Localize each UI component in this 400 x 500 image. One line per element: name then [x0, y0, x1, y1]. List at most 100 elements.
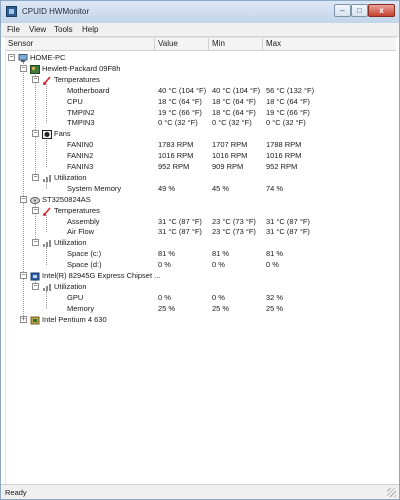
sensor-label: GPU [67, 292, 84, 302]
sensor-value: 0 °C (32 °F) [158, 118, 198, 128]
sensor-value: 25 % [158, 303, 176, 313]
tree-node-group[interactable]: − Temperatures [6, 75, 397, 85]
group-name: Utilization [54, 172, 87, 182]
sensor-row[interactable]: Air Flow 31 °C (87 °F) 23 °C (73 °F) 31 °C … [6, 227, 397, 237]
sensor-value: 1016 RPM [158, 151, 194, 161]
sensor-max: 56 °C (132 °F) [266, 85, 315, 95]
thermometer-icon [42, 207, 51, 216]
sensor-max: 31 °C (87 °F) [266, 227, 310, 237]
sensor-min: 18 °C (64 °F) [212, 96, 256, 106]
menu-bar: File View Tools Help [1, 23, 399, 37]
sensor-max: 952 RPM [266, 162, 298, 171]
collapse-icon[interactable]: − [20, 64, 27, 72]
sensor-label: Assembly [67, 216, 100, 226]
tree-node-device[interactable]: − Intel(R) 82945G Express Chipset ... [6, 271, 397, 281]
title-bar[interactable]: CPUID HWMonitor – □ x [1, 1, 399, 24]
sensor-min: 23 °C (73 °F) [212, 227, 256, 237]
tree-node-device[interactable]: + Intel Pentium 4 630 [6, 315, 397, 325]
tree-node-group[interactable]: − Utilization [6, 173, 397, 183]
sensor-min: 18 °C (64 °F) [212, 107, 256, 117]
sensor-row[interactable]: CPU 18 °C (64 °F) 18 °C (64 °F) 18 °C (64 °… [6, 97, 397, 107]
drive-icon [30, 196, 40, 204]
resize-grip[interactable] [387, 488, 396, 497]
sensor-max: 81 % [266, 249, 284, 259]
collapse-icon[interactable]: − [20, 272, 27, 279]
sensor-row[interactable]: TMPIN2 19 °C (66 °F) 18 °C (64 °F) 19 °C (6… [6, 108, 397, 118]
sensor-min: 25 % [212, 303, 230, 313]
hwmonitor-window: CPUID HWMonitor – □ x File View Tools He… [0, 0, 400, 500]
device-name: Hewlett-Packard 09F8h [42, 63, 121, 73]
sensor-min: 0 % [212, 260, 225, 270]
sensor-row[interactable]: Space (d:) 0 % 0 % 0 % [6, 260, 397, 270]
collapse-icon[interactable]: − [8, 54, 15, 61]
cpu-icon [30, 316, 40, 325]
sensor-row[interactable]: FANIN0 1783 RPM 1707 RPM 1788 RPM [6, 140, 397, 150]
sensor-row[interactable]: Motherboard 40 °C (104 °F) 40 °C (104 °F) 5… [6, 86, 397, 96]
sensor-min: 0 °C (32 °F) [212, 118, 252, 128]
sensor-row[interactable]: GPU 0 % 0 % 32 % [6, 293, 397, 303]
sensor-label: FANIN2 [67, 151, 94, 161]
sensor-label: Memory [67, 303, 95, 313]
collapse-icon[interactable]: − [32, 75, 39, 83]
sensor-row[interactable]: FANIN2 1016 RPM 1016 RPM 1016 RPM [6, 151, 397, 161]
utilization-icon [42, 239, 51, 248]
sensor-label: Air Flow [67, 227, 95, 237]
group-name: Fans [54, 129, 71, 139]
sensor-row[interactable]: Assembly 31 °C (87 °F) 23 °C (73 °F) 31 °C … [6, 217, 397, 227]
collapse-icon[interactable]: − [32, 130, 39, 138]
maximize-button[interactable]: □ [351, 4, 368, 17]
tree-node-computer[interactable]: − HOME-PC [6, 53, 397, 63]
menu-file[interactable]: File [7, 25, 20, 34]
tree-node-device[interactable]: − Hewlett-Packard 09F8h [6, 64, 397, 74]
sensor-value: 0 % [158, 260, 171, 270]
device-name: Intel(R) 82945G Express Chipset ... [42, 271, 161, 280]
sensor-max: 0 °C (32 °F) [266, 118, 306, 128]
sensor-value: 0 % [158, 292, 171, 302]
group-name: Temperatures [54, 74, 100, 84]
sensor-label: TMPIN3 [67, 118, 95, 128]
menu-view[interactable]: View [29, 25, 46, 34]
sensor-row[interactable]: FANIN3 952 RPM 909 RPM 952 RPM [6, 162, 397, 172]
close-icon: x [379, 6, 384, 15]
sensor-tree[interactable]: − HOME-PC − Hewlett-Packard 09F8h − Temperatu… [5, 49, 397, 484]
close-button[interactable]: x [368, 4, 395, 17]
sensor-value: 31 °C (87 °F) [158, 216, 202, 226]
tree-node-group[interactable]: − Fans [6, 129, 397, 140]
collapse-icon[interactable]: − [32, 239, 39, 247]
sensor-max: 74 % [266, 183, 284, 193]
sensor-max: 1788 RPM [266, 140, 302, 150]
tree-node-group[interactable]: − Temperatures [6, 206, 397, 216]
status-text: Ready [5, 488, 27, 497]
collapse-icon[interactable]: − [20, 195, 27, 203]
tree-node-device[interactable]: − ST3250824AS [6, 195, 397, 205]
sensor-value: 952 RPM [158, 162, 190, 171]
sensor-value: 18 °C (64 °F) [158, 96, 202, 106]
sensor-row[interactable]: Memory 25 % 25 % 25 % [6, 304, 397, 314]
menu-tools[interactable]: Tools [54, 25, 73, 34]
sensor-row[interactable]: System Memory 49 % 45 % 74 % [6, 184, 397, 194]
sensor-value: 49 % [158, 183, 176, 193]
sensor-label: Motherboard [67, 85, 110, 95]
menu-help[interactable]: Help [82, 25, 98, 34]
sensor-row[interactable]: TMPIN3 0 °C (32 °F) 0 °C (32 °F) 0 °C (32 °… [6, 118, 397, 128]
expand-icon[interactable]: + [20, 315, 27, 323]
sensor-min: 45 % [212, 183, 230, 193]
sensor-label: FANIN0 [67, 140, 94, 150]
tree-node-group[interactable]: − Utilization [6, 238, 397, 248]
sensor-label: TMPIN2 [67, 107, 95, 117]
device-name: ST3250824AS [42, 194, 91, 204]
sensor-label: FANIN3 [67, 162, 94, 171]
collapse-icon[interactable]: − [32, 282, 39, 290]
sensor-min: 1707 RPM [212, 140, 248, 150]
sensor-min: 909 RPM [212, 162, 244, 171]
sensor-value: 81 % [158, 249, 176, 259]
window-title: CPUID HWMonitor [22, 7, 90, 16]
minimize-button[interactable]: – [334, 4, 351, 17]
utilization-icon [42, 283, 51, 291]
sensor-max: 1016 RPM [266, 151, 302, 161]
sensor-row[interactable]: Space (c:) 81 % 81 % 81 % [6, 249, 397, 259]
collapse-icon[interactable]: − [32, 173, 39, 181]
collapse-icon[interactable]: − [32, 206, 39, 214]
tree-node-group[interactable]: − Utilization [6, 282, 397, 292]
minimize-icon: – [340, 6, 345, 15]
